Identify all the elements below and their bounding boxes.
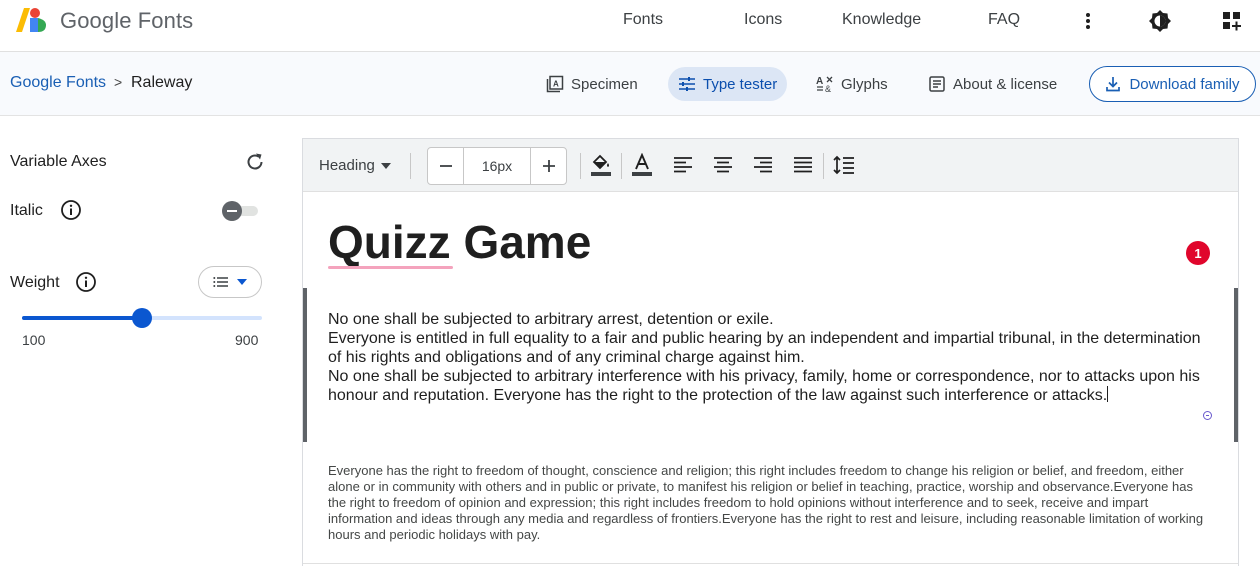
spellcheck-underline: [328, 266, 453, 269]
slider-thumb[interactable]: [132, 308, 152, 328]
download-icon: [1106, 77, 1121, 92]
paragraph-line: No one shall be subjected to arbitrary a…: [328, 311, 774, 328]
caret-down-icon: [237, 279, 247, 285]
svg-text:A: A: [553, 80, 559, 89]
top-app-bar: Google Fonts Fonts Icons Knowledge FAQ: [0, 0, 1260, 52]
tab-specimen-label: Specimen: [571, 75, 638, 93]
text-color-icon[interactable]: [629, 152, 655, 178]
tab-about-license-label: About & license: [953, 75, 1058, 93]
error-count-badge[interactable]: 1: [1186, 241, 1210, 265]
nav-fonts[interactable]: Fonts: [623, 11, 663, 29]
sample-paragraph[interactable]: No one shall be subjected to arbitrary a…: [328, 310, 1208, 405]
decrease-size-button[interactable]: [428, 148, 464, 184]
toolbar-divider: [580, 153, 581, 179]
text-style-value: Heading: [319, 157, 375, 174]
variable-axes-title: Variable Axes: [10, 153, 107, 170]
text-caret: [1107, 386, 1109, 402]
tab-specimen[interactable]: A Specimen: [536, 67, 648, 101]
minus-icon: [439, 165, 452, 167]
sample-heading[interactable]: Quizz Game: [328, 215, 591, 269]
reset-icon[interactable]: [244, 151, 266, 173]
weight-max-label: 900: [235, 332, 259, 348]
sample-body-text[interactable]: Everyone has the right to freedom of tho…: [328, 463, 1208, 543]
specimen-icon: A: [546, 75, 564, 93]
list-icon: [213, 277, 228, 287]
toolbar-divider: [823, 153, 824, 179]
breadcrumb-separator: >: [114, 74, 123, 90]
toolbar-divider: [621, 153, 622, 179]
align-justify-icon[interactable]: [790, 152, 816, 178]
tab-type-tester[interactable]: Type tester: [668, 67, 788, 101]
font-size-input[interactable]: [465, 148, 529, 184]
slider-fill: [22, 316, 142, 320]
paragraph-line: Everyone is entitled in full equality to…: [328, 330, 1201, 366]
info-icon[interactable]: [60, 199, 82, 221]
google-fonts-logo-icon[interactable]: [14, 6, 48, 34]
weight-axis-label: Weight: [10, 274, 60, 291]
more-vert-icon[interactable]: [1075, 8, 1101, 34]
type-tester-editor: Heading 16px Quizz Game 1 No one shall b…: [302, 138, 1239, 566]
svg-text:&: &: [825, 84, 831, 93]
theme-toggle-icon[interactable]: [1147, 8, 1173, 34]
glyphs-icon: A&: [816, 76, 833, 93]
tab-glyphs-label: Glyphs: [841, 75, 888, 93]
apps-grid-icon[interactable]: [1219, 8, 1245, 34]
nav-icons[interactable]: Icons: [744, 11, 782, 29]
svg-text:A: A: [816, 76, 823, 87]
nav-knowledge[interactable]: Knowledge: [842, 11, 921, 29]
increase-size-button[interactable]: [530, 148, 566, 184]
family-subheader: Google Fonts > Raleway A Specimen Type t…: [0, 52, 1260, 116]
align-left-icon[interactable]: [670, 152, 696, 178]
download-family-button[interactable]: Download family: [1089, 66, 1256, 102]
weight-slider[interactable]: [22, 308, 262, 328]
paragraph-line-with-caret: No one shall be subjected to arbitrary i…: [328, 367, 1208, 405]
tab-type-tester-label: Type tester: [703, 75, 778, 93]
sliders-icon: [679, 77, 695, 91]
toolbar-divider: [410, 153, 411, 179]
editor-toolbar: Heading: [303, 139, 1238, 192]
line-height-icon[interactable]: [831, 152, 857, 178]
selection-bar-right: [1234, 288, 1238, 442]
italic-toggle[interactable]: [222, 200, 260, 222]
italic-axis-label: Italic: [10, 202, 43, 219]
plus-icon: [542, 160, 555, 172]
toggle-knob: [222, 201, 242, 221]
selection-bar-left: [303, 288, 307, 442]
tab-glyphs[interactable]: A & Glyphs: [806, 67, 898, 101]
align-center-icon[interactable]: [710, 152, 736, 178]
download-family-label: Download family: [1129, 75, 1240, 93]
weight-min-label: 100: [22, 332, 46, 348]
align-right-icon[interactable]: [750, 152, 776, 178]
background-color-icon[interactable]: [588, 152, 614, 178]
add-block-icon[interactable]: [1203, 411, 1212, 420]
breadcrumb-root-link[interactable]: Google Fonts: [10, 74, 106, 92]
nav-faq[interactable]: FAQ: [988, 11, 1020, 29]
paragraph-line: No one shall be subjected to arbitrary i…: [328, 368, 1200, 404]
caret-down-icon: [380, 162, 391, 169]
document-icon: [929, 76, 945, 92]
tab-about-license[interactable]: About & license: [918, 67, 1067, 101]
text-style-dropdown[interactable]: Heading: [319, 157, 391, 174]
weight-preset-dropdown[interactable]: [198, 266, 262, 298]
breadcrumb-current: Raleway: [131, 74, 193, 91]
info-icon[interactable]: [75, 271, 97, 293]
editor-divider: [303, 563, 1238, 564]
font-size-stepper: [427, 147, 567, 185]
brand-title[interactable]: Google Fonts: [60, 8, 193, 34]
